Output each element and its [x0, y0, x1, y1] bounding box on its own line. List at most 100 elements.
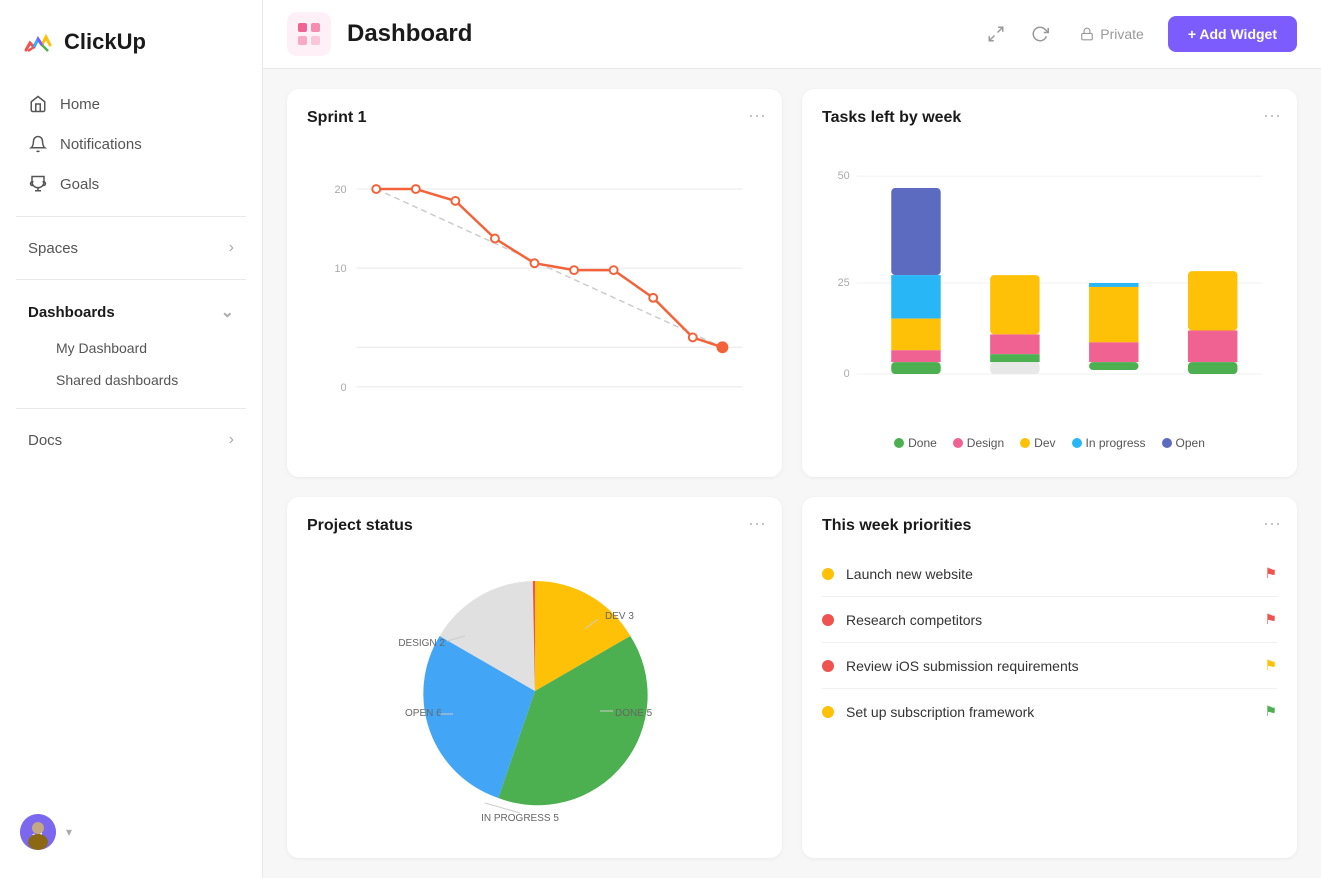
dashboards-section[interactable]: Dashboards ⌄: [8, 292, 254, 332]
legend-open: Open: [1162, 436, 1205, 450]
legend-done: Done: [894, 436, 937, 450]
divider-1: [16, 216, 246, 217]
priority-dot-0: [822, 568, 834, 580]
docs-label: Docs: [28, 432, 62, 449]
home-label: Home: [60, 96, 100, 113]
priority-text-0: Launch new website: [846, 566, 1252, 582]
priority-text-1: Research competitors: [846, 612, 1252, 628]
done-label: Done: [908, 436, 937, 450]
sidebar: ClickUp Home Notifications Goals Spaces …: [0, 0, 263, 878]
sprint-card-menu[interactable]: ···: [748, 105, 766, 126]
priority-flag-0: ⚑: [1264, 565, 1277, 582]
shared-dashboards-label: Shared dashboards: [56, 372, 178, 388]
trophy-icon: [28, 174, 48, 194]
priority-flag-3: ⚑: [1264, 703, 1277, 720]
inprogress-dot: [1072, 438, 1082, 448]
lock-icon: [1080, 27, 1094, 41]
pie-chart: DEV 3 DONE 5 IN PROGRESS 5 OPEN 6 DESIGN…: [385, 551, 685, 831]
svg-text:0: 0: [341, 382, 347, 394]
svg-text:10: 10: [334, 263, 346, 275]
docs-section[interactable]: Docs ›: [8, 421, 254, 459]
priority-item-3: Set up subscription framework ⚑: [822, 689, 1277, 734]
open-dot: [1162, 438, 1172, 448]
notifications-label: Notifications: [60, 136, 142, 153]
my-dashboard-label: My Dashboard: [56, 340, 147, 356]
legend-inprogress: In progress: [1072, 436, 1146, 450]
app-name: ClickUp: [64, 29, 146, 55]
bar-chart-legend: Done Design Dev In progress Open: [822, 436, 1277, 450]
home-icon: [28, 94, 48, 114]
svg-text:0: 0: [844, 368, 850, 380]
spaces-chevron-icon: ›: [229, 239, 234, 257]
done-dot: [894, 438, 904, 448]
priority-flag-1: ⚑: [1264, 611, 1277, 628]
legend-design: Design: [953, 436, 1004, 450]
priority-dot-1: [822, 614, 834, 626]
priority-item-1: Research competitors ⚑: [822, 597, 1277, 643]
dashboards-chevron-icon: ⌄: [221, 302, 234, 322]
priorities-title: This week priorities: [822, 517, 1277, 535]
svg-text:IN PROGRESS 5: IN PROGRESS 5: [481, 813, 559, 824]
avatar-chevron-icon: ▾: [66, 825, 72, 839]
design-dot: [953, 438, 963, 448]
goals-label: Goals: [60, 176, 99, 193]
inprogress-label: In progress: [1086, 436, 1146, 450]
priorities-menu[interactable]: ···: [1263, 513, 1281, 534]
private-button[interactable]: Private: [1068, 20, 1156, 48]
priority-dot-2: [822, 660, 834, 672]
divider-3: [16, 408, 246, 409]
dashboard-grid: Sprint 1 ··· 20 10 0: [263, 69, 1321, 878]
svg-text:20: 20: [334, 184, 346, 196]
sprint-card: Sprint 1 ··· 20 10 0: [287, 89, 782, 477]
sprint-card-title: Sprint 1: [307, 109, 762, 127]
spaces-section[interactable]: Spaces ›: [8, 229, 254, 267]
svg-text:DONE 5: DONE 5: [615, 708, 653, 719]
add-widget-label: + Add Widget: [1188, 26, 1277, 42]
header: Dashboard Private + Add Widget: [263, 0, 1321, 69]
clickup-logo-icon: [20, 24, 56, 60]
spaces-label: Spaces: [28, 240, 78, 257]
expand-button[interactable]: [980, 18, 1012, 50]
project-status-title: Project status: [307, 517, 762, 535]
private-label: Private: [1100, 26, 1144, 42]
pie-chart-container: DEV 3 DONE 5 IN PROGRESS 5 OPEN 6 DESIGN…: [307, 551, 762, 831]
project-status-menu[interactable]: ···: [748, 513, 766, 534]
sidebar-item-my-dashboard[interactable]: My Dashboard: [8, 332, 254, 364]
refresh-button[interactable]: [1024, 18, 1056, 50]
sidebar-nav: Home Notifications Goals Spaces › Dashbo…: [0, 80, 262, 463]
tasks-card: Tasks left by week ··· 50 25 0: [802, 89, 1297, 477]
priority-dot-3: [822, 706, 834, 718]
docs-chevron-icon: ›: [229, 431, 234, 449]
priority-item-0: Launch new website ⚑: [822, 551, 1277, 597]
sidebar-item-shared-dashboards[interactable]: Shared dashboards: [8, 364, 254, 396]
sidebar-item-home[interactable]: Home: [8, 84, 254, 124]
divider-2: [16, 279, 246, 280]
svg-text:25: 25: [838, 277, 850, 289]
header-actions: Private + Add Widget: [980, 16, 1297, 52]
tasks-card-menu[interactable]: ···: [1263, 105, 1281, 126]
svg-text:DESIGN 2: DESIGN 2: [398, 638, 445, 649]
bell-icon: [28, 134, 48, 154]
priority-item-2: Review iOS submission requirements ⚑: [822, 643, 1277, 689]
sidebar-item-notifications[interactable]: Notifications: [8, 124, 254, 164]
tasks-card-title: Tasks left by week: [822, 109, 1277, 127]
design-label: Design: [967, 436, 1004, 450]
sidebar-item-goals[interactable]: Goals: [8, 164, 254, 204]
tasks-bar-chart: 50 25 0: [822, 143, 1277, 423]
logo: ClickUp: [0, 16, 262, 80]
priority-text-2: Review iOS submission requirements: [846, 658, 1252, 674]
user-profile[interactable]: S ▾: [0, 802, 262, 862]
svg-text:DEV 3: DEV 3: [605, 611, 634, 622]
priority-text-3: Set up subscription framework: [846, 704, 1252, 720]
sprint-chart: 20 10 0: [307, 143, 762, 423]
main-content: Dashboard Private + Add Widget Sprint 1 …: [263, 0, 1321, 878]
dashboard-icon-wrap: [287, 12, 331, 56]
priorities-list: Launch new website ⚑ Research competitor…: [822, 551, 1277, 734]
svg-text:OPEN 6: OPEN 6: [405, 708, 442, 719]
avatar-image: S: [20, 814, 56, 850]
dev-label: Dev: [1034, 436, 1055, 450]
add-widget-button[interactable]: + Add Widget: [1168, 16, 1297, 52]
avatar: S: [20, 814, 56, 850]
legend-dev: Dev: [1020, 436, 1055, 450]
dev-dot: [1020, 438, 1030, 448]
